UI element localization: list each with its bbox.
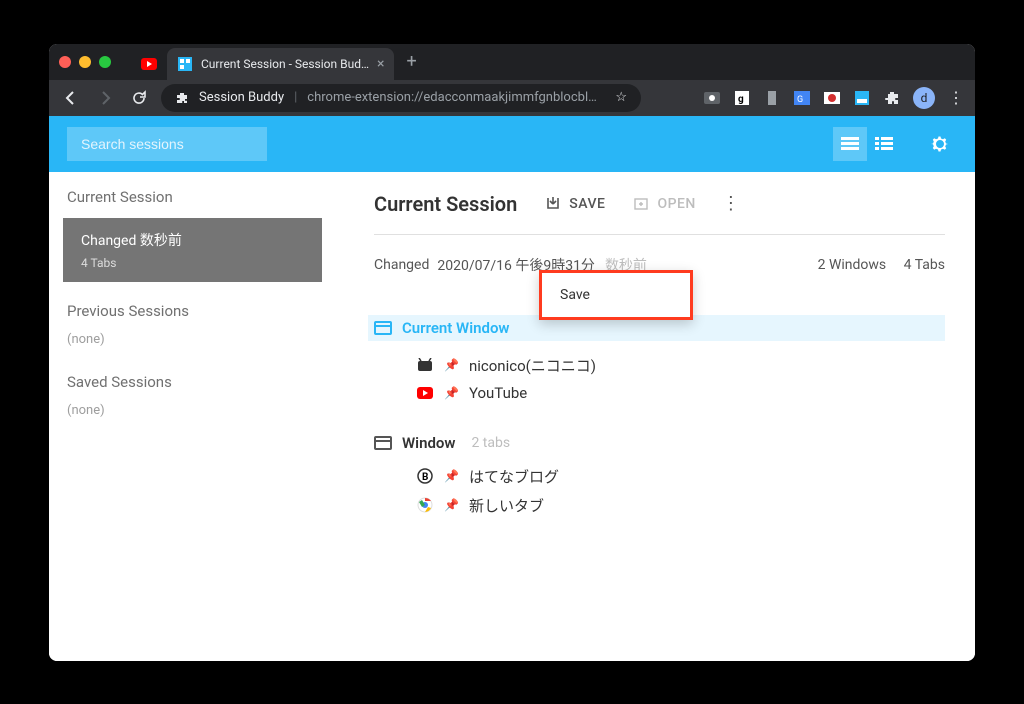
view-compact-button[interactable] xyxy=(833,127,867,161)
hatena-icon: B xyxy=(416,467,434,485)
nico-icon xyxy=(416,356,434,374)
youtube-icon xyxy=(141,56,157,72)
pin-icon: 📌 xyxy=(444,498,459,512)
more-menu-button[interactable]: ⋮ xyxy=(722,193,740,214)
window-controls xyxy=(59,56,111,68)
browser-tab-active[interactable]: Current Session - Session Bud… × xyxy=(167,48,394,80)
url-input[interactable]: Session Buddy | chrome-extension://edacc… xyxy=(161,84,641,112)
sidebar-item-subtitle: 4 Tabs xyxy=(81,256,304,270)
pin-icon: 📌 xyxy=(444,358,459,372)
window-icon xyxy=(374,321,392,335)
download-icon xyxy=(545,196,561,212)
search-box[interactable] xyxy=(67,127,267,161)
tabs-count: 4 Tabs xyxy=(904,257,945,273)
ext-icon-3[interactable] xyxy=(763,89,781,107)
search-input[interactable] xyxy=(81,136,262,152)
url-path: chrome-extension://edacconmaakjimmfgnblo… xyxy=(307,90,597,105)
view-detailed-button[interactable] xyxy=(867,127,901,161)
save-button[interactable]: SAVE xyxy=(545,196,605,212)
open-icon xyxy=(633,196,649,212)
ext-icon-6[interactable] xyxy=(853,89,871,107)
app-root: Current Session Changed 数秒前 4 Tabs Previ… xyxy=(49,116,975,661)
minimize-window-icon[interactable] xyxy=(79,56,91,68)
window-name: Current Window xyxy=(402,319,510,337)
extensions-puzzle-icon[interactable] xyxy=(883,89,901,107)
tab-title: YouTube xyxy=(469,384,527,402)
ext-icon-5[interactable] xyxy=(823,89,841,107)
sidebar-heading-current: Current Session xyxy=(63,188,322,206)
ext-icon-2[interactable]: g xyxy=(733,89,751,107)
svg-text:g: g xyxy=(738,94,744,105)
window-icon xyxy=(374,436,392,450)
sessionbuddy-icon xyxy=(177,56,193,72)
svg-text:B: B xyxy=(422,472,428,483)
new-tab-button[interactable]: + xyxy=(394,51,428,72)
window-tabcount: 2 tabs xyxy=(471,435,510,451)
tab-title: niconico(ニコニコ) xyxy=(469,355,596,376)
tab-strip: Current Session - Session Bud… × + xyxy=(49,44,975,80)
star-icon[interactable]: ☆ xyxy=(615,90,627,105)
tab-row[interactable]: 📌 新しいタブ xyxy=(416,491,945,520)
gear-icon xyxy=(930,134,950,154)
page-title: Current Session xyxy=(374,192,517,216)
maximize-window-icon[interactable] xyxy=(99,56,111,68)
tab-title: はてなブログ xyxy=(469,466,559,487)
window-block: Window 2 tabs B 📌 はてなブログ 📌 xyxy=(374,434,945,520)
extension-icons: g G d ⋮ xyxy=(703,87,965,109)
context-menu-save[interactable]: Save xyxy=(542,273,690,317)
reload-button[interactable] xyxy=(127,86,151,110)
url-title: Session Buddy xyxy=(199,90,284,105)
window-block: Current Window 📌 niconico(ニコニコ) 📌 xyxy=(374,315,945,406)
sidebar-item-current[interactable]: Changed 数秒前 4 Tabs xyxy=(63,218,322,282)
tab-row[interactable]: 📌 YouTube xyxy=(416,380,945,406)
profile-avatar[interactable]: d xyxy=(913,87,935,109)
sidebar-none-saved: (none) xyxy=(63,403,322,418)
pin-icon: 📌 xyxy=(444,469,459,483)
app-layout: Current Session Changed 数秒前 4 Tabs Previ… xyxy=(49,172,975,661)
close-window-icon[interactable] xyxy=(59,56,71,68)
browser-window: Current Session - Session Bud… × + Sessi… xyxy=(49,44,975,661)
window-name: Window xyxy=(402,434,455,452)
back-button[interactable] xyxy=(59,86,83,110)
tab-title: Current Session - Session Bud… xyxy=(201,57,369,71)
browser-tab[interactable] xyxy=(131,48,167,80)
changed-label: Changed xyxy=(374,257,429,273)
tab-title: 新しいタブ xyxy=(469,495,544,516)
svg-text:G: G xyxy=(797,95,803,105)
sidebar-heading-previous: Previous Sessions xyxy=(63,302,322,320)
context-menu: Save xyxy=(539,270,693,320)
sidebar-heading-saved: Saved Sessions xyxy=(63,373,322,391)
main-header: Current Session SAVE OPEN ⋮ xyxy=(374,192,945,235)
ext-icon-4[interactable]: G xyxy=(793,89,811,107)
tab-row[interactable]: 📌 niconico(ニコニコ) xyxy=(416,351,945,380)
address-bar: Session Buddy | chrome-extension://edacc… xyxy=(49,80,975,116)
open-button[interactable]: OPEN xyxy=(633,196,695,212)
main-panel: Current Session SAVE OPEN ⋮ Changed 2020… xyxy=(344,172,975,661)
chrome-icon xyxy=(416,496,434,514)
youtube-icon xyxy=(416,384,434,402)
sidebar-item-title: Changed 数秒前 xyxy=(81,230,304,250)
pin-icon: 📌 xyxy=(444,386,459,400)
ext-icon-1[interactable] xyxy=(703,89,721,107)
sidebar: Current Session Changed 数秒前 4 Tabs Previ… xyxy=(49,172,344,661)
windows-count: 2 Windows xyxy=(818,257,887,273)
window-header[interactable]: Window 2 tabs xyxy=(374,434,945,452)
app-topbar xyxy=(49,116,975,172)
windows-list: Current Window 📌 niconico(ニコニコ) 📌 xyxy=(374,315,945,520)
sidebar-none-previous: (none) xyxy=(63,332,322,347)
forward-button[interactable] xyxy=(93,86,117,110)
close-tab-icon[interactable]: × xyxy=(377,56,384,72)
extension-icon xyxy=(175,91,189,105)
tab-row[interactable]: B 📌 はてなブログ xyxy=(416,462,945,491)
browser-menu-icon[interactable]: ⋮ xyxy=(947,89,965,107)
settings-button[interactable] xyxy=(923,127,957,161)
